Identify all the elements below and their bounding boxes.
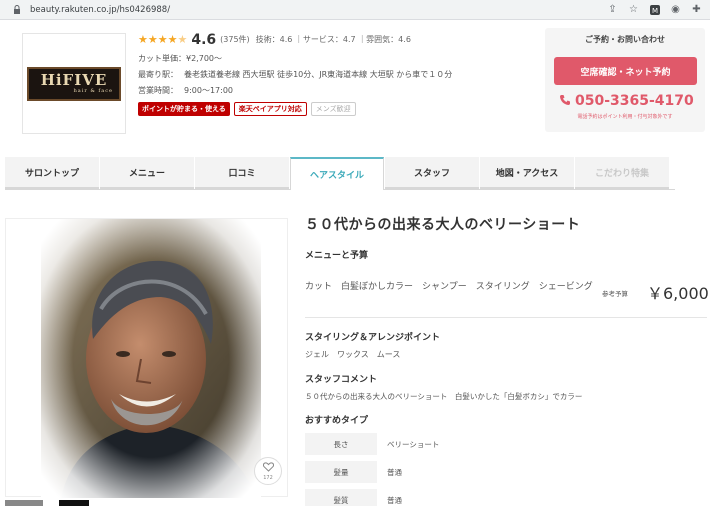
- salon-logo-box: HiFIVE hair & face: [22, 33, 126, 134]
- price-value: ￥6,000: [647, 284, 709, 303]
- menu-heading: メニューと予算: [305, 251, 369, 261]
- record-icon[interactable]: ◉: [670, 4, 681, 15]
- url-field[interactable]: beauty.rakuten.co.jp/hs0426988/: [30, 5, 170, 15]
- tab-reviews[interactable]: 口コミ: [195, 157, 289, 189]
- like-count: 172: [263, 474, 273, 481]
- reservation-title: ご予約・お問い合わせ: [585, 35, 665, 44]
- thumbnail[interactable]: [59, 500, 89, 506]
- share-icon[interactable]: ⇪: [607, 4, 618, 15]
- mens-welcome-badge: メンズ歓迎: [310, 102, 356, 116]
- price-label: 参考予算: [602, 290, 628, 298]
- svg-text:M: M: [651, 7, 657, 15]
- like-button[interactable]: 172: [254, 457, 282, 485]
- thumbnail[interactable]: [5, 500, 43, 506]
- net-reserve-button[interactable]: 空席確認・ネット予約: [554, 57, 697, 85]
- style-photo-frame: 172: [5, 218, 288, 498]
- rating-stars-icon: ★★★★★: [138, 33, 188, 46]
- badge-list: ポイントが貯まる・使える 楽天ペイアプリ対応 メンズ歓迎: [138, 102, 538, 116]
- rating-row: ★★★★★ 4.6 (375件) 技術：4.6 ｜サービス：4.7 ｜雰囲気：4…: [138, 31, 538, 48]
- extensions-puzzle-icon[interactable]: ✚: [691, 4, 702, 15]
- phone-icon: [559, 94, 571, 109]
- tab-map-access[interactable]: 地図・アクセス: [480, 157, 574, 189]
- style-title: ５０代からの出来る大人のベリーショート: [305, 217, 581, 233]
- menu-items: カット 白髪ぼかしカラー シャンプー スタイリング シェービング: [305, 282, 593, 292]
- salon-logo: HiFIVE hair & face: [27, 66, 121, 101]
- style-photo: [41, 219, 261, 498]
- sub-scores: 技術：4.6 ｜サービス：4.7 ｜雰囲気：4.6: [255, 35, 411, 44]
- staff-comment: ５０代からの出来る大人のベリーショート 白髪いかした「白髪ボカシ」でカラー: [305, 392, 583, 401]
- rating-value: 4.6: [191, 31, 217, 48]
- tab-salon-top[interactable]: サロントップ: [5, 157, 99, 189]
- bookmark-star-icon[interactable]: ☆: [628, 4, 639, 15]
- type-row-length: 長さ ベリーショート: [305, 433, 707, 455]
- business-hours: 営業時間： 9:00〜17:00: [138, 86, 234, 95]
- reservation-panel: ご予約・お問い合わせ 空席確認・ネット予約 050-3365-4170 電話予約…: [545, 28, 705, 132]
- type-row-volume: 髪量 普通: [305, 461, 707, 483]
- tab-menu[interactable]: メニュー: [100, 157, 194, 189]
- cut-price: カット単価：¥2,700〜: [138, 54, 222, 63]
- style-detail: ５０代からの出来る大人のベリーショート メニューと予算 カット 白髪ぼかしカラー…: [305, 214, 709, 506]
- type-row-quality: 髪質 普通: [305, 489, 707, 506]
- phone-number-link[interactable]: 050-3365-4170: [559, 93, 694, 109]
- browser-address-bar: beauty.rakuten.co.jp/hs0426988/ ⇪ ☆ M ◉ …: [0, 0, 710, 20]
- phone-note: 電話予約はポイント利用・付与対象外です: [577, 114, 673, 120]
- lock-icon: [12, 5, 22, 15]
- menu-budget-box: カット 白髪ぼかしカラー シャンプー スタイリング シェービング 参考予算 ￥6…: [305, 278, 709, 318]
- tab-hairstyle[interactable]: ヘアスタイル: [290, 157, 384, 190]
- photo-thumbnails: [5, 500, 89, 506]
- tab-staff[interactable]: スタッフ: [385, 157, 479, 189]
- salon-tabs: サロントップ メニュー 口コミ ヘアスタイル スタッフ 地図・アクセス こだわり…: [5, 157, 675, 190]
- recommended-type-heading: おすすめタイプ: [305, 416, 369, 426]
- staff-comment-heading: スタッフコメント: [305, 375, 378, 385]
- points-badge: ポイントが貯まる・使える: [138, 102, 230, 116]
- extension-m-icon[interactable]: M: [649, 4, 660, 15]
- rakuten-pay-badge: 楽天ペイアプリ対応: [233, 102, 307, 116]
- arrange-heading: スタイリング＆アレンジポイント: [305, 333, 441, 343]
- nearest-station: 最寄り駅： 養老鉄道養老線 西大垣駅 徒歩10分、JR東海道本線 大垣駅 から車で…: [138, 70, 453, 79]
- arrange-items: ジェル ワックス ムース: [305, 350, 401, 359]
- heart-icon: [262, 461, 274, 475]
- tab-features: こだわり特集: [575, 157, 669, 189]
- salon-info: ★★★★★ 4.6 (375件) 技術：4.6 ｜サービス：4.7 ｜雰囲気：4…: [138, 31, 538, 116]
- review-count-link[interactable]: (375件): [220, 34, 250, 45]
